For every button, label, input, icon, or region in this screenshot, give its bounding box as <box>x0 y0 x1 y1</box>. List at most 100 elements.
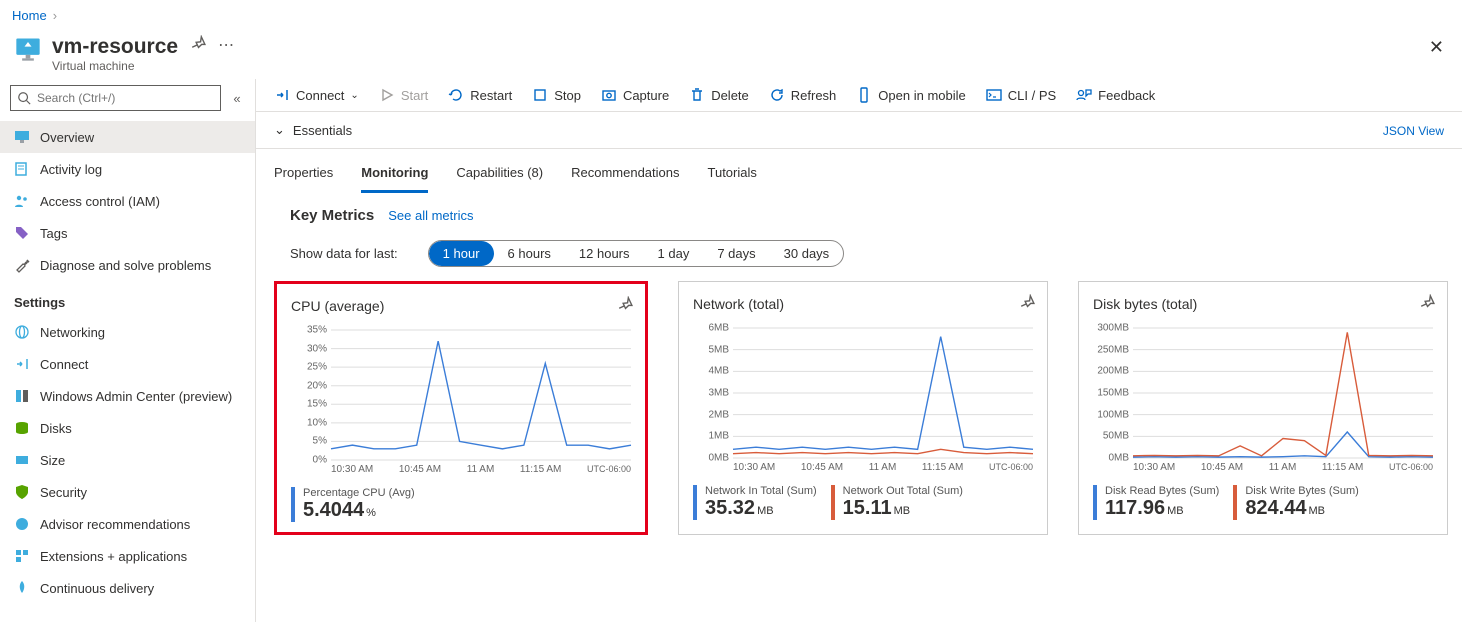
more-icon[interactable]: ⋯ <box>218 35 234 55</box>
disks-icon <box>14 420 30 436</box>
sidebar-item-label: Security <box>40 485 87 500</box>
cli-icon <box>986 87 1002 103</box>
essentials-toggle[interactable]: ⌄ Essentials <box>274 122 352 138</box>
essentials-bar: ⌄ Essentials JSON View <box>256 112 1462 149</box>
see-all-metrics-link[interactable]: See all metrics <box>388 208 473 223</box>
sidebar-item-label: Advisor recommendations <box>40 517 190 532</box>
sidebar-item-connect[interactable]: Connect <box>0 348 255 380</box>
capture-button[interactable]: Capture <box>601 87 669 103</box>
stop-button[interactable]: Stop <box>532 87 581 103</box>
sidebar-item-label: Overview <box>40 130 94 145</box>
sidebar-item-disks[interactable]: Disks <box>0 412 255 444</box>
tab-capabilities[interactable]: Capabilities (8) <box>456 159 543 193</box>
range-12h[interactable]: 12 hours <box>565 241 644 266</box>
sidebar-search[interactable] <box>10 85 221 111</box>
connect-icon <box>274 87 290 103</box>
pin-chart-icon[interactable] <box>1419 294 1435 313</box>
sidebar-item-extensions[interactable]: Extensions + applications <box>0 540 255 572</box>
sidebar-item-security[interactable]: Security <box>0 476 255 508</box>
tab-tutorials[interactable]: Tutorials <box>708 159 757 193</box>
disk-card: Disk bytes (total) 0MB50MB100MB150MB200M… <box>1078 281 1448 535</box>
tag-icon <box>14 225 30 241</box>
close-icon[interactable]: ✕ <box>1429 37 1444 58</box>
play-icon <box>379 87 395 103</box>
extensions-icon <box>14 548 30 564</box>
connect-button[interactable]: Connect ⌄ <box>274 87 359 103</box>
sidebar-item-label: Extensions + applications <box>40 549 187 564</box>
delete-button[interactable]: Delete <box>689 87 749 103</box>
key-metrics-heading: Key Metrics <box>290 207 374 224</box>
page-header: vm-resource Virtual machine ⋯ ✕ <box>0 31 1462 79</box>
sidebar-item-advisor[interactable]: Advisor recommendations <box>0 508 255 540</box>
sidebar-item-continuous-delivery[interactable]: Continuous delivery <box>0 572 255 604</box>
show-data-label: Show data for last: <box>290 246 398 261</box>
connect-icon <box>14 356 30 372</box>
cpu-legend: Percentage CPU (Avg) 5.4044% <box>291 487 415 522</box>
sidebar-section-settings: Settings <box>0 281 255 316</box>
sidebar-item-tags[interactable]: Tags <box>0 217 255 249</box>
disk-chart: 0MB50MB100MB150MB200MB250MB300MB10:30 AM… <box>1093 328 1433 473</box>
breadcrumb-home[interactable]: Home <box>12 8 47 23</box>
log-icon <box>14 161 30 177</box>
sidebar-item-label: Networking <box>40 325 105 340</box>
feedback-icon <box>1076 87 1092 103</box>
pin-chart-icon[interactable] <box>1019 294 1035 313</box>
sidebar-item-label: Disks <box>40 421 72 436</box>
pin-chart-icon[interactable] <box>617 296 633 315</box>
sidebar-item-label: Continuous delivery <box>40 581 154 596</box>
chevron-down-icon: ⌄ <box>274 122 285 138</box>
sidebar-item-access-control[interactable]: Access control (IAM) <box>0 185 255 217</box>
sidebar-item-overview[interactable]: Overview <box>0 121 255 153</box>
page-title: vm-resource <box>52 35 178 59</box>
range-30d[interactable]: 30 days <box>770 241 844 266</box>
sidebar-item-diagnose[interactable]: Diagnose and solve problems <box>0 249 255 281</box>
range-7d[interactable]: 7 days <box>703 241 769 266</box>
restart-icon <box>448 87 464 103</box>
chevron-down-icon: ⌄ <box>350 90 358 101</box>
restart-button[interactable]: Restart <box>448 87 512 103</box>
advisor-icon <box>14 516 30 532</box>
range-1d[interactable]: 1 day <box>644 241 704 266</box>
network-chart: 0MB1MB2MB3MB4MB5MB6MB10:30 AM10:45 AM11 … <box>693 328 1033 473</box>
size-icon <box>14 452 30 468</box>
tabs: Properties Monitoring Capabilities (8) R… <box>256 149 1462 193</box>
breadcrumb: Home › <box>0 0 1462 31</box>
tab-monitoring[interactable]: Monitoring <box>361 159 428 193</box>
network-in-legend: Network In Total (Sum) 35.32MB <box>693 485 817 520</box>
refresh-button[interactable]: Refresh <box>769 87 837 103</box>
cpu-card: CPU (average) 0%5%10%15%20%25%30%35%10:3… <box>274 281 648 535</box>
pin-icon[interactable] <box>190 35 206 56</box>
disk-write-legend: Disk Write Bytes (Sum) 824.44MB <box>1233 485 1358 520</box>
page-subtitle: Virtual machine <box>52 59 178 73</box>
search-input[interactable] <box>37 91 214 105</box>
collapse-sidebar-icon[interactable]: « <box>229 91 245 106</box>
sidebar-item-label: Size <box>40 453 65 468</box>
sidebar-item-activity-log[interactable]: Activity log <box>0 153 255 185</box>
start-button[interactable]: Start <box>379 87 428 103</box>
range-6h[interactable]: 6 hours <box>494 241 565 266</box>
stop-icon <box>532 87 548 103</box>
network-card: Network (total) 0MB1MB2MB3MB4MB5MB6MB10:… <box>678 281 1048 535</box>
monitor-icon <box>14 129 30 145</box>
mobile-icon <box>856 87 872 103</box>
sidebar-item-label: Access control (IAM) <box>40 194 160 209</box>
range-1h[interactable]: 1 hour <box>429 241 494 266</box>
tab-properties[interactable]: Properties <box>274 159 333 193</box>
cli-button[interactable]: CLI / PS <box>986 87 1056 103</box>
sidebar-item-wac[interactable]: Windows Admin Center (preview) <box>0 380 255 412</box>
sidebar-item-label: Connect <box>40 357 88 372</box>
shield-icon <box>14 484 30 500</box>
json-view-link[interactable]: JSON View <box>1383 124 1444 138</box>
time-range-selector: 1 hour 6 hours 12 hours 1 day 7 days 30 … <box>428 240 845 267</box>
rocket-icon <box>14 580 30 596</box>
feedback-button[interactable]: Feedback <box>1076 87 1155 103</box>
sidebar-item-label: Tags <box>40 226 67 241</box>
sidebar-item-label: Diagnose and solve problems <box>40 258 211 273</box>
tab-recommendations[interactable]: Recommendations <box>571 159 679 193</box>
wrench-icon <box>14 257 30 273</box>
cpu-chart: 0%5%10%15%20%25%30%35%10:30 AM10:45 AM11… <box>291 330 631 475</box>
sidebar-item-networking[interactable]: Networking <box>0 316 255 348</box>
sidebar-item-label: Windows Admin Center (preview) <box>40 389 232 404</box>
sidebar-item-size[interactable]: Size <box>0 444 255 476</box>
open-mobile-button[interactable]: Open in mobile <box>856 87 965 103</box>
